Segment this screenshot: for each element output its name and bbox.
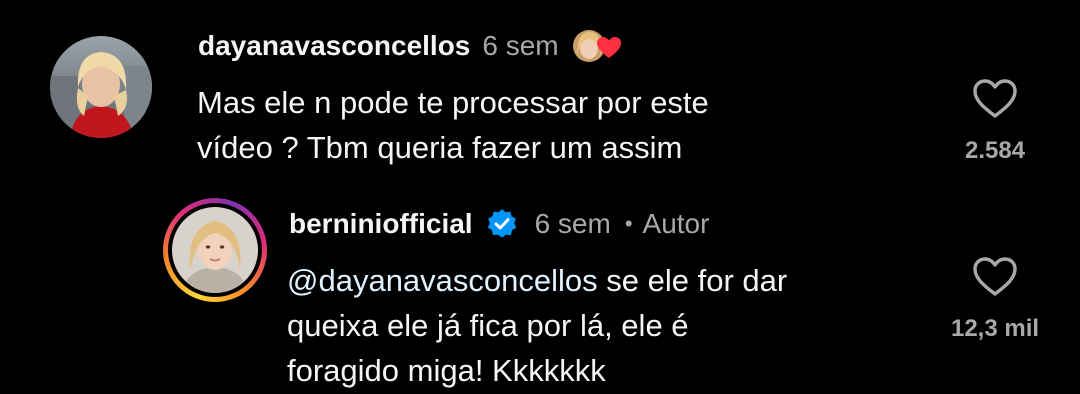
reply-text-fragment: se ele for dar xyxy=(606,263,788,298)
commenter-username[interactable]: dayanavasconcellos xyxy=(198,30,470,62)
reply-avatar xyxy=(172,207,258,293)
reply-text-line: foragido miga! Kkkkkkk xyxy=(287,353,606,388)
reply-timestamp: 6 sem xyxy=(534,208,611,239)
reply-text: @dayanavasconcellos se ele for dar queix… xyxy=(287,258,927,393)
mention-link[interactable]: @dayanavasconcellos xyxy=(287,263,598,298)
comment-like-block: 2.584 xyxy=(935,76,1055,165)
verified-badge-icon xyxy=(485,207,519,241)
comment-text: Mas ele n pode te processar por este víd… xyxy=(197,80,897,170)
comment-text-line: Mas ele n pode te processar por este xyxy=(197,85,709,120)
comment-text-line: vídeo ? Tbm queria fazer um assim xyxy=(197,130,683,165)
reply-avatar-story-ring[interactable] xyxy=(163,198,267,302)
reply-header: berniniofficial 6 sem • Autor xyxy=(289,204,709,244)
heart-outline-icon[interactable] xyxy=(971,76,1019,125)
heart-outline-icon[interactable] xyxy=(971,254,1019,303)
comment-timestamp: 6 sem xyxy=(482,30,559,61)
reply-like-block: 12,3 mil xyxy=(935,254,1055,343)
separator-dot: • xyxy=(624,211,633,236)
commenter-avatar[interactable] xyxy=(50,36,152,138)
reply-text-line: queixa ele já fica por lá, ele é xyxy=(287,308,689,343)
like-count: 2.584 xyxy=(964,137,1026,164)
avatar-heart-reaction-icon xyxy=(571,26,627,66)
reply-text-line: @dayanavasconcellos se ele for dar xyxy=(287,258,927,303)
author-badge: Autor xyxy=(642,208,710,239)
like-count: 12,3 mil xyxy=(950,315,1040,342)
reply-username[interactable]: berniniofficial xyxy=(289,208,473,240)
comment-header: dayanavasconcellos 6 sem xyxy=(198,26,627,66)
